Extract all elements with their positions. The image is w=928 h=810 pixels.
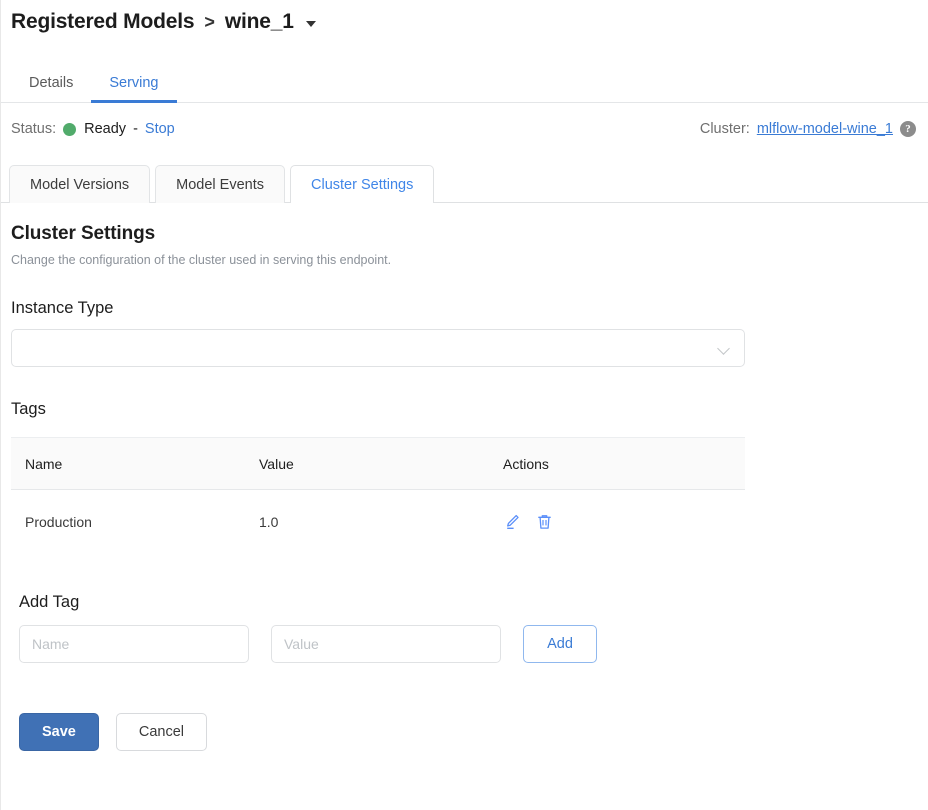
status-bar: Status: Ready - Stop Cluster: mlflow-mod… bbox=[1, 103, 928, 155]
cluster-settings-page: Registered Models > wine_1 Details Servi… bbox=[0, 0, 928, 810]
secondary-tabs: Model Versions Model Events Cluster Sett… bbox=[1, 155, 928, 203]
status-value: Ready bbox=[84, 121, 126, 137]
breadcrumb-root-link[interactable]: Registered Models bbox=[11, 10, 194, 34]
add-tag-row: Add bbox=[19, 625, 918, 663]
primary-tabs: Details Serving bbox=[1, 58, 928, 103]
breadcrumb-model-name: wine_1 bbox=[225, 10, 294, 34]
column-header-name: Name bbox=[11, 438, 259, 490]
cancel-button[interactable]: Cancel bbox=[116, 713, 207, 751]
main-content: Cluster Settings Change the configuratio… bbox=[1, 223, 928, 751]
cluster-link[interactable]: mlflow-model-wine_1 bbox=[757, 121, 893, 137]
instance-type-select[interactable] bbox=[11, 329, 745, 367]
cell-tag-actions bbox=[503, 490, 745, 552]
status-label: Status: bbox=[11, 121, 56, 137]
add-tag-value-input[interactable] bbox=[271, 625, 501, 663]
tab-cluster-settings[interactable]: Cluster Settings bbox=[290, 165, 434, 204]
page-title: Cluster Settings bbox=[11, 223, 918, 245]
pencil-edit-icon[interactable] bbox=[503, 512, 521, 531]
tab-details[interactable]: Details bbox=[11, 76, 91, 104]
caret-down-icon[interactable] bbox=[306, 21, 316, 27]
instance-type-label: Instance Type bbox=[11, 299, 918, 318]
help-circle-icon[interactable]: ? bbox=[900, 121, 916, 137]
breadcrumb-separator: > bbox=[203, 12, 216, 33]
add-tag-button[interactable]: Add bbox=[523, 625, 597, 663]
tags-title: Tags bbox=[11, 400, 918, 419]
add-tag-name-input[interactable] bbox=[19, 625, 249, 663]
column-header-value: Value bbox=[259, 438, 503, 490]
tags-table-head: Name Value Actions bbox=[11, 438, 745, 490]
cell-tag-name: Production bbox=[11, 490, 259, 552]
trash-delete-icon[interactable] bbox=[535, 512, 553, 531]
cluster-label: Cluster: bbox=[700, 121, 750, 137]
stop-link[interactable]: Stop bbox=[145, 121, 175, 137]
form-actions: Save Cancel bbox=[19, 713, 918, 751]
save-button[interactable]: Save bbox=[19, 713, 99, 751]
chevron-down-icon bbox=[718, 342, 731, 355]
page-description: Change the configuration of the cluster … bbox=[11, 253, 918, 267]
tags-table: Name Value Actions Production 1.0 bbox=[11, 437, 745, 551]
tags-table-body: Production 1.0 bbox=[11, 490, 745, 552]
breadcrumb: Registered Models > wine_1 bbox=[1, 0, 928, 46]
tab-serving[interactable]: Serving bbox=[91, 76, 176, 104]
cluster-group: Cluster: mlflow-model-wine_1 ? bbox=[700, 121, 916, 137]
cell-tag-value: 1.0 bbox=[259, 490, 503, 552]
tab-model-events[interactable]: Model Events bbox=[155, 165, 285, 204]
add-tag-title: Add Tag bbox=[19, 593, 918, 612]
row-actions bbox=[503, 512, 745, 531]
status-group: Status: Ready - Stop bbox=[11, 121, 175, 137]
table-header-row: Name Value Actions bbox=[11, 438, 745, 490]
status-indicator-dot-icon bbox=[63, 123, 76, 136]
tab-model-versions[interactable]: Model Versions bbox=[9, 165, 150, 204]
column-header-actions: Actions bbox=[503, 438, 745, 490]
table-row: Production 1.0 bbox=[11, 490, 745, 552]
status-dash: - bbox=[133, 121, 138, 137]
